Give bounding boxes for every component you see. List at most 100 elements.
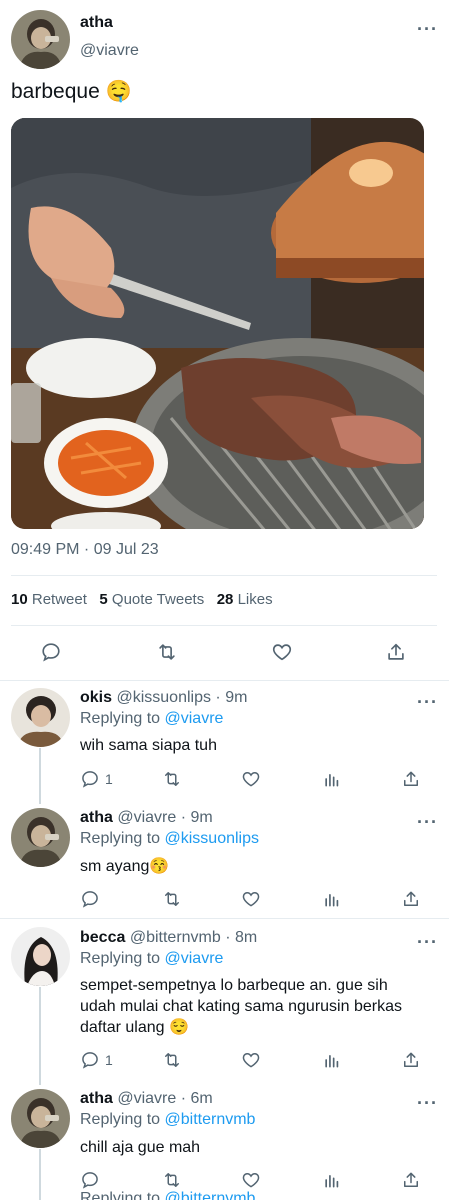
share-icon <box>388 643 404 660</box>
replying-to: Replying to @viavre <box>80 710 223 728</box>
replying-to-prefix: Replying to <box>80 710 161 727</box>
reply-button[interactable]: 1 <box>80 769 113 789</box>
retweet-button[interactable] <box>161 1170 183 1190</box>
like-button[interactable] <box>270 641 294 663</box>
author-name[interactable]: atha <box>80 14 113 32</box>
likes-label: Likes <box>237 591 273 608</box>
like-button[interactable] <box>241 1170 261 1190</box>
reply-time[interactable]: · 8m <box>225 929 257 946</box>
more-icon[interactable]: ··· <box>417 20 438 38</box>
author-handle[interactable]: @viavre <box>80 42 139 60</box>
reply-author-name[interactable]: okis <box>80 689 112 706</box>
share-button[interactable] <box>401 1050 421 1070</box>
avatar-image <box>11 808 70 867</box>
replying-to-link[interactable]: @kissuonlips <box>165 830 260 847</box>
replying-to: Replying to @bitternvmb <box>80 1111 255 1129</box>
reply-time[interactable]: · 9m <box>215 689 247 706</box>
retweet-button[interactable] <box>155 641 179 663</box>
analytics-icon <box>325 894 339 907</box>
reply-header: okis @kissuonlips · 9m <box>80 689 247 707</box>
reply-author-handle[interactable]: @kissuonlips <box>116 689 211 706</box>
analytics-icon <box>325 1055 339 1068</box>
reply-author-handle[interactable]: @viavre <box>117 809 176 826</box>
share-button[interactable] <box>401 769 421 789</box>
like-icon <box>242 1172 260 1188</box>
share-icon <box>404 891 418 906</box>
like-icon <box>242 891 260 907</box>
retweet-icon <box>165 1053 179 1067</box>
retweet-icon <box>165 1173 179 1187</box>
share-icon <box>404 1052 418 1067</box>
likes-stat[interactable]: 28 Likes <box>217 591 273 608</box>
retweet-button[interactable] <box>161 889 183 909</box>
reply-text: chill aja gue mah <box>80 1139 201 1156</box>
avatar-image <box>11 688 70 747</box>
reply-time[interactable]: · 9m <box>181 809 213 826</box>
reply-author-name[interactable]: becca <box>80 929 125 946</box>
avatar-image <box>11 927 70 986</box>
reply-icon <box>82 891 98 908</box>
replying-to-prefix: Replying to <box>80 950 161 967</box>
replying-to-partial: Replying to @bitternvmb <box>80 1190 255 1200</box>
replying-to-prefix: Replying to <box>80 830 161 847</box>
retweets-stat[interactable]: 10 Retweet <box>11 591 87 608</box>
divider <box>11 625 437 626</box>
analytics-button[interactable] <box>322 1170 342 1190</box>
replying-to-link[interactable]: @bitternvmb <box>165 1190 256 1200</box>
reply-icon <box>82 1172 98 1189</box>
retweet-button[interactable] <box>161 769 183 789</box>
reply-icon <box>82 771 98 788</box>
analytics-button[interactable] <box>322 1050 342 1070</box>
reply-button[interactable]: 1 <box>80 1050 113 1070</box>
reply-avatar[interactable] <box>11 808 70 867</box>
share-button[interactable] <box>401 889 421 909</box>
reply-text: sm ayang😚 <box>80 858 170 875</box>
reply-author-name[interactable]: atha <box>80 809 113 826</box>
reply-button[interactable] <box>40 641 62 663</box>
reply-text: sempet-sempetnya lo barbeque an. gue sih… <box>80 977 402 1036</box>
reply-avatar[interactable] <box>11 688 70 747</box>
retweet-button[interactable] <box>161 1050 183 1070</box>
replying-to: Replying to @kissuonlips <box>80 830 259 848</box>
tweet-timestamp[interactable]: 09:49 PM · 09 Jul 23 <box>11 541 159 559</box>
retweet-icon <box>165 892 179 906</box>
like-button[interactable] <box>241 889 261 909</box>
reply-avatar[interactable] <box>11 1089 70 1148</box>
reply-avatar[interactable] <box>11 927 70 986</box>
quotes-stat[interactable]: 5 Quote Tweets <box>99 591 204 608</box>
reply-author-name[interactable]: atha <box>80 1090 113 1107</box>
thread-line <box>39 987 41 1085</box>
like-icon <box>242 1052 260 1068</box>
author-avatar[interactable] <box>11 10 70 69</box>
replying-to-link[interactable]: @viavre <box>165 710 224 727</box>
replying-to-link[interactable]: @viavre <box>165 950 224 967</box>
reply-button[interactable] <box>80 1170 105 1190</box>
more-icon[interactable]: ··· <box>417 813 438 831</box>
reply-author-handle[interactable]: @bitternvmb <box>130 929 221 946</box>
reply-time[interactable]: · 6m <box>181 1090 213 1107</box>
share-button[interactable] <box>385 641 407 663</box>
reply-count: 1 <box>105 771 113 787</box>
avatar-image <box>11 1089 70 1148</box>
tweet-photo[interactable] <box>11 118 424 529</box>
more-icon[interactable]: ··· <box>417 1094 438 1112</box>
analytics-button[interactable] <box>322 889 342 909</box>
like-button[interactable] <box>241 769 261 789</box>
tweet-text: barbeque 🤤 <box>11 80 132 103</box>
more-icon[interactable]: ··· <box>417 933 438 951</box>
analytics-icon <box>325 1175 339 1188</box>
replying-to-link[interactable]: @bitternvmb <box>165 1111 256 1128</box>
replying-to-prefix: Replying to <box>80 1111 161 1128</box>
thread-line <box>39 748 41 804</box>
reply-author-handle[interactable]: @viavre <box>117 1090 176 1107</box>
replying-to: Replying to @viavre <box>80 950 223 968</box>
thread-line <box>39 1149 41 1200</box>
share-button[interactable] <box>401 1170 421 1190</box>
reply-button[interactable] <box>80 889 105 909</box>
like-icon <box>272 644 292 661</box>
reply-header: becca @bitternvmb · 8m <box>80 929 257 947</box>
analytics-button[interactable] <box>322 769 342 789</box>
retweet-icon <box>159 644 175 660</box>
more-icon[interactable]: ··· <box>417 693 438 711</box>
like-button[interactable] <box>241 1050 261 1070</box>
